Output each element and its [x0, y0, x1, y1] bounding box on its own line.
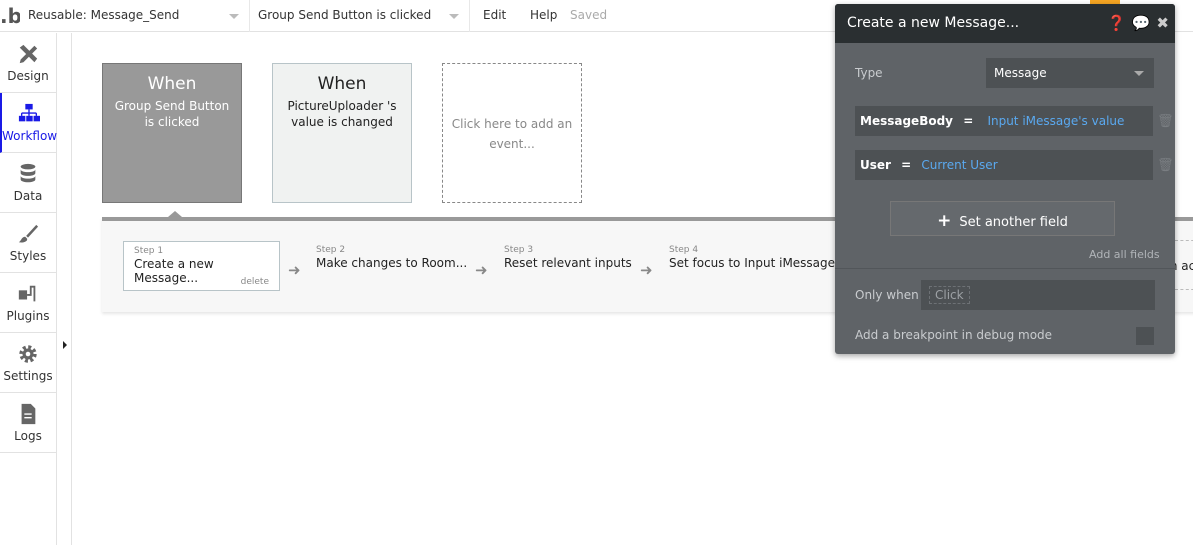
close-icon[interactable]: ✖ — [1156, 14, 1169, 32]
step-number: Step 2 — [316, 245, 346, 255]
event-card[interactable]: When PictureUploader 's value is changed — [272, 63, 412, 203]
sidebar-item-styles[interactable]: Styles — [0, 213, 56, 273]
sidebar-item-workflow[interactable]: Workflow — [0, 93, 58, 153]
comment-icon[interactable]: 💬 — [1132, 14, 1151, 32]
chevron-down-icon — [449, 14, 459, 19]
step-number: Step 4 — [669, 245, 699, 255]
add-event-label: Click here to add an event... — [451, 117, 573, 151]
add-all-fields-link[interactable]: Add all fields — [1089, 248, 1160, 261]
set-another-field-label: Set another field — [959, 215, 1068, 230]
arrow-right-icon: ➜ — [640, 261, 653, 279]
only-when-placeholder[interactable]: Click — [929, 286, 970, 304]
field-value[interactable]: Current User — [921, 158, 997, 172]
event-when: When — [317, 74, 367, 94]
sidebar-item-plugins[interactable]: Plugins — [0, 273, 56, 333]
type-label: Type — [855, 66, 883, 80]
step-label: Reset relevant inputs — [504, 256, 632, 270]
type-select[interactable]: Message — [986, 58, 1154, 88]
event-when: When — [147, 74, 197, 94]
action-properties-panel: Create a new Message... ❓ 💬 ✖ Type Message… — [835, 4, 1175, 354]
field-name: User — [860, 158, 891, 172]
sidebar-item-settings[interactable]: Settings — [0, 333, 56, 393]
add-action-button[interactable]: Click here to add an action... — [1175, 240, 1193, 290]
field-user[interactable]: User = Current User — [855, 150, 1153, 180]
save-status: Saved — [570, 8, 608, 22]
only-when-input[interactable]: Click — [921, 280, 1155, 310]
step-number: Step 1 — [134, 246, 164, 256]
gear-icon — [19, 345, 37, 363]
event-text: Group Send Button is clicked — [114, 99, 230, 129]
help-icon[interactable]: ❓ — [1107, 14, 1126, 32]
sidebar-item-label: Workflow — [2, 129, 58, 143]
sidebar-item-label: Data — [13, 189, 43, 203]
set-another-field-button[interactable]: + Set another field — [890, 201, 1115, 236]
design-icon — [19, 44, 38, 64]
event-selector[interactable]: Group Send Button is clicked — [250, 0, 470, 32]
field-messagebody[interactable]: MessageBody = Input iMessage's value — [855, 106, 1153, 136]
field-name: MessageBody — [860, 114, 953, 128]
only-when-label: Only when — [855, 288, 919, 302]
plus-icon: + — [937, 211, 952, 231]
panel-header: Create a new Message... ❓ 💬 ✖ — [835, 4, 1175, 43]
brush-icon — [18, 224, 39, 243]
event-card-selected[interactable]: When Group Send Button is clicked — [102, 63, 242, 203]
add-event-button[interactable]: Click here to add an event... — [442, 63, 582, 203]
plug-icon — [18, 285, 36, 302]
sidebar-item-label: Settings — [3, 369, 53, 383]
sidebar-item-label: Design — [7, 69, 49, 83]
sidebar-gutter — [57, 33, 72, 545]
panel-title: Create a new Message... — [847, 15, 1020, 31]
field-equals: = — [901, 158, 912, 172]
menu-help[interactable]: Help — [530, 8, 557, 22]
step-2[interactable]: Step 2 Make changes to Room... — [306, 241, 477, 291]
trash-icon[interactable]: 🗑 — [1157, 158, 1174, 173]
trash-icon[interactable]: 🗑 — [1157, 114, 1174, 129]
sidebar-item-label: Styles — [9, 249, 47, 263]
event-selector-value: Group Send Button is clicked — [258, 8, 432, 22]
delete-step-link[interactable]: delete — [241, 277, 269, 287]
arrow-right-icon: ➜ — [288, 261, 301, 279]
workflow-icon — [18, 103, 40, 122]
step-4[interactable]: Step 4 Set focus to Input iMessage — [659, 241, 845, 291]
sidebar-item-label: Logs — [14, 429, 42, 443]
breakpoint-label: Add a breakpoint in debug mode — [855, 328, 1053, 342]
field-value[interactable]: Input iMessage's value — [987, 114, 1124, 128]
document-icon — [21, 403, 36, 425]
bubble-logo[interactable]: .b — [0, 4, 20, 28]
divider — [835, 268, 1175, 269]
step-1[interactable]: Step 1 Create a new Message... delete — [123, 241, 280, 291]
page-selector[interactable]: Reusable: Message_Send — [20, 0, 250, 32]
field-equals: = — [963, 114, 974, 128]
event-text: PictureUploader 's value is changed — [287, 99, 397, 129]
breakpoint-checkbox[interactable] — [1136, 327, 1154, 345]
page-selector-value: Reusable: Message_Send — [28, 8, 180, 22]
sidebar-item-logs[interactable]: Logs — [0, 393, 56, 453]
sidebar-item-design[interactable]: Design — [0, 33, 56, 93]
chevron-down-icon — [1134, 71, 1144, 76]
sidebar-item-data[interactable]: Data — [0, 153, 56, 213]
arrow-right-icon: ➜ — [475, 261, 488, 279]
add-action-label: Click here to add an action... — [1175, 259, 1193, 273]
expand-arrow-icon[interactable] — [63, 341, 67, 349]
step-label: Make changes to Room... — [316, 256, 468, 270]
sidebar-item-label: Plugins — [6, 309, 50, 323]
menu-edit[interactable]: Edit — [483, 8, 506, 22]
step-label: Set focus to Input iMessage — [669, 256, 836, 270]
step-3[interactable]: Step 3 Reset relevant inputs — [494, 241, 642, 291]
sidebar: Design Workflow Data Styles Plugins Sett… — [0, 33, 57, 545]
chevron-down-icon — [229, 14, 239, 19]
step-number: Step 3 — [504, 245, 534, 255]
database-icon — [20, 163, 36, 183]
type-value: Message — [994, 66, 1047, 80]
